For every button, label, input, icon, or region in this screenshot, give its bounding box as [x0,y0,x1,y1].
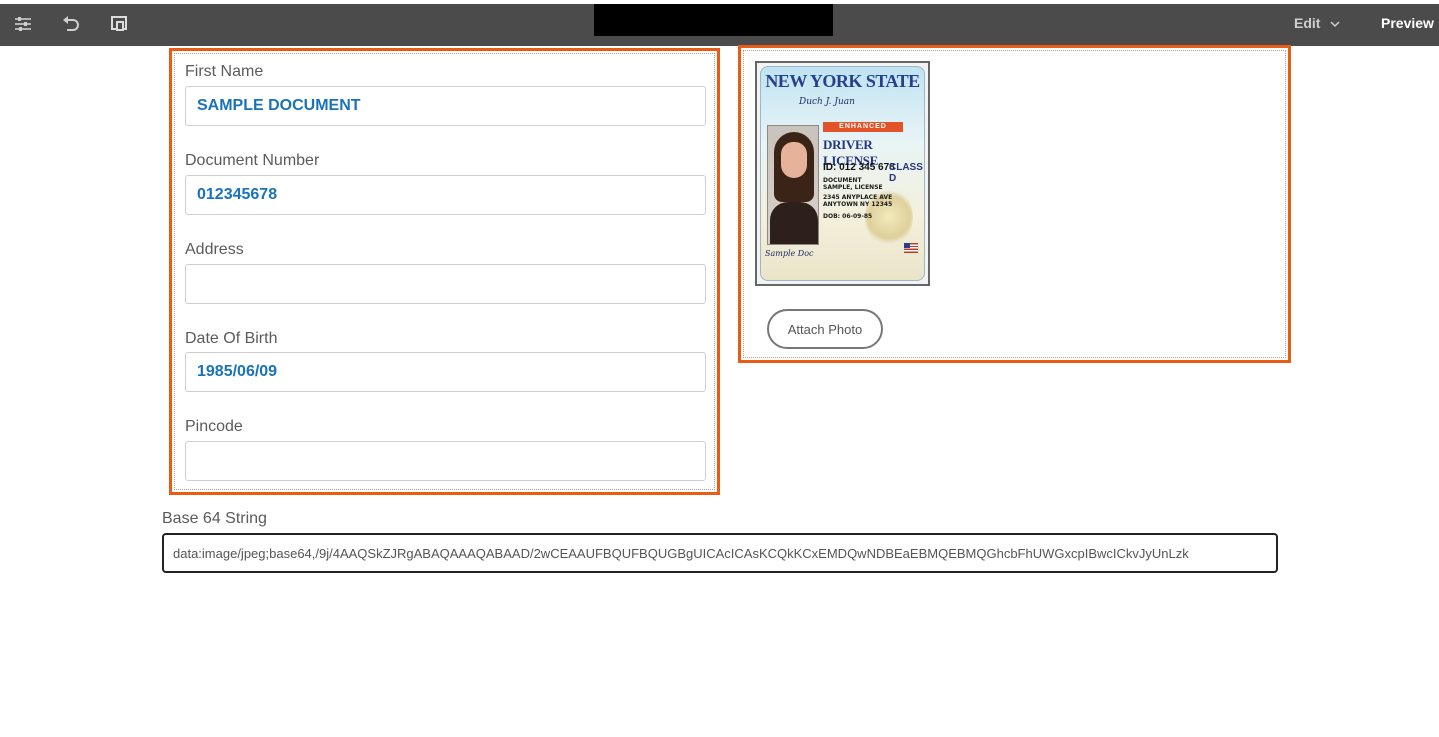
undo-icon[interactable] [59,12,83,36]
license-bottom-signature: Sample Doc [765,249,814,258]
license-top-signature: Duch J. Juan [799,97,855,107]
license-line-2: SAMPLE, LICENSE [823,184,883,191]
license-state: NEW YORK STATE [765,71,920,91]
layout-icon[interactable] [108,12,132,36]
license-line-1: DOCUMENT [823,177,862,184]
license-portrait [767,125,819,245]
properties-icon[interactable] [11,12,35,36]
pincode-field[interactable] [185,441,706,481]
address-field[interactable] [185,264,706,304]
license-class: CLASS D [889,162,923,184]
license-enhanced-badge: ENHANCED [823,122,903,132]
attach-photo-button[interactable]: Attach Photo [767,309,883,349]
us-flag-icon [904,243,918,253]
edit-mode-button[interactable]: Edit [1294,15,1340,31]
document-number-field[interactable]: 012345678 [185,175,706,215]
date-of-birth-label: Date Of Birth [185,330,278,347]
first-name-field[interactable]: SAMPLE DOCUMENT [185,86,706,126]
document-number-label: Document Number [185,152,320,169]
license-line-3: 2345 ANYPLACE AVE [823,194,893,201]
first-name-label: First Name [185,63,264,80]
date-of-birth-field[interactable]: 1985/06/09 [185,352,706,392]
preview-button[interactable]: Preview [1381,15,1434,31]
redacted-title [594,4,833,36]
license-id: ID: 012 345 678 [823,162,895,173]
license-line-4: ANYTOWN NY 12345 [823,201,893,208]
edit-label: Edit [1294,15,1321,31]
base64-field[interactable]: data:image/jpeg;base64,/9j/4AAQSkZJRgABA… [162,533,1278,573]
driver-license-image: NEW YORK STATE Duch J. Juan ENHANCED DRI… [755,61,930,286]
chevron-down-icon [1330,15,1340,31]
pincode-label: Pincode [185,418,243,435]
base64-label: Base 64 String [162,510,267,527]
address-label: Address [185,241,244,258]
license-dob: DOB: 06-09-85 [823,213,873,220]
top-toolbar: Edit Preview [0,0,1439,46]
